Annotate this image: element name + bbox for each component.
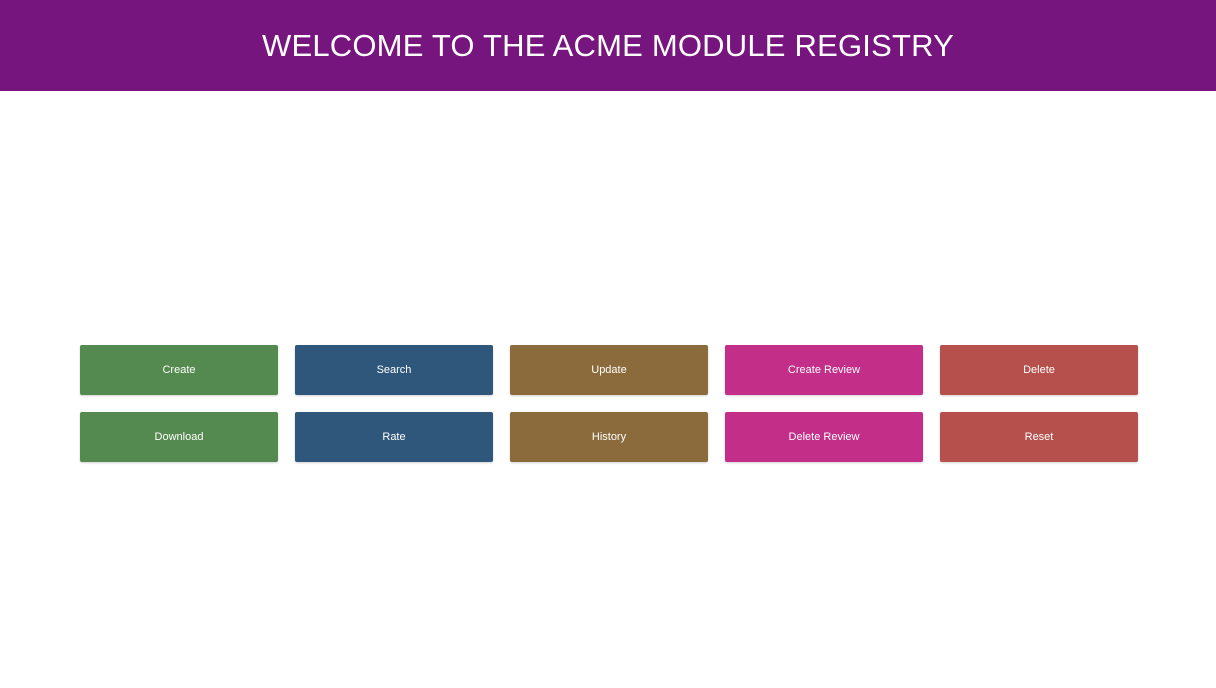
reset-button[interactable]: Reset (940, 412, 1138, 462)
create-review-button[interactable]: Create Review (725, 345, 923, 395)
create-button[interactable]: Create (80, 345, 278, 395)
update-button[interactable]: Update (510, 345, 708, 395)
page-title: WELCOME TO THE ACME MODULE REGISTRY (262, 27, 954, 63)
page-header: WELCOME TO THE ACME MODULE REGISTRY (0, 0, 1216, 91)
action-button-grid: Create Search Update Create Review Delet… (80, 345, 1138, 462)
rate-button[interactable]: Rate (295, 412, 493, 462)
delete-review-button[interactable]: Delete Review (725, 412, 923, 462)
download-button[interactable]: Download (80, 412, 278, 462)
search-button[interactable]: Search (295, 345, 493, 395)
delete-button[interactable]: Delete (940, 345, 1138, 395)
history-button[interactable]: History (510, 412, 708, 462)
